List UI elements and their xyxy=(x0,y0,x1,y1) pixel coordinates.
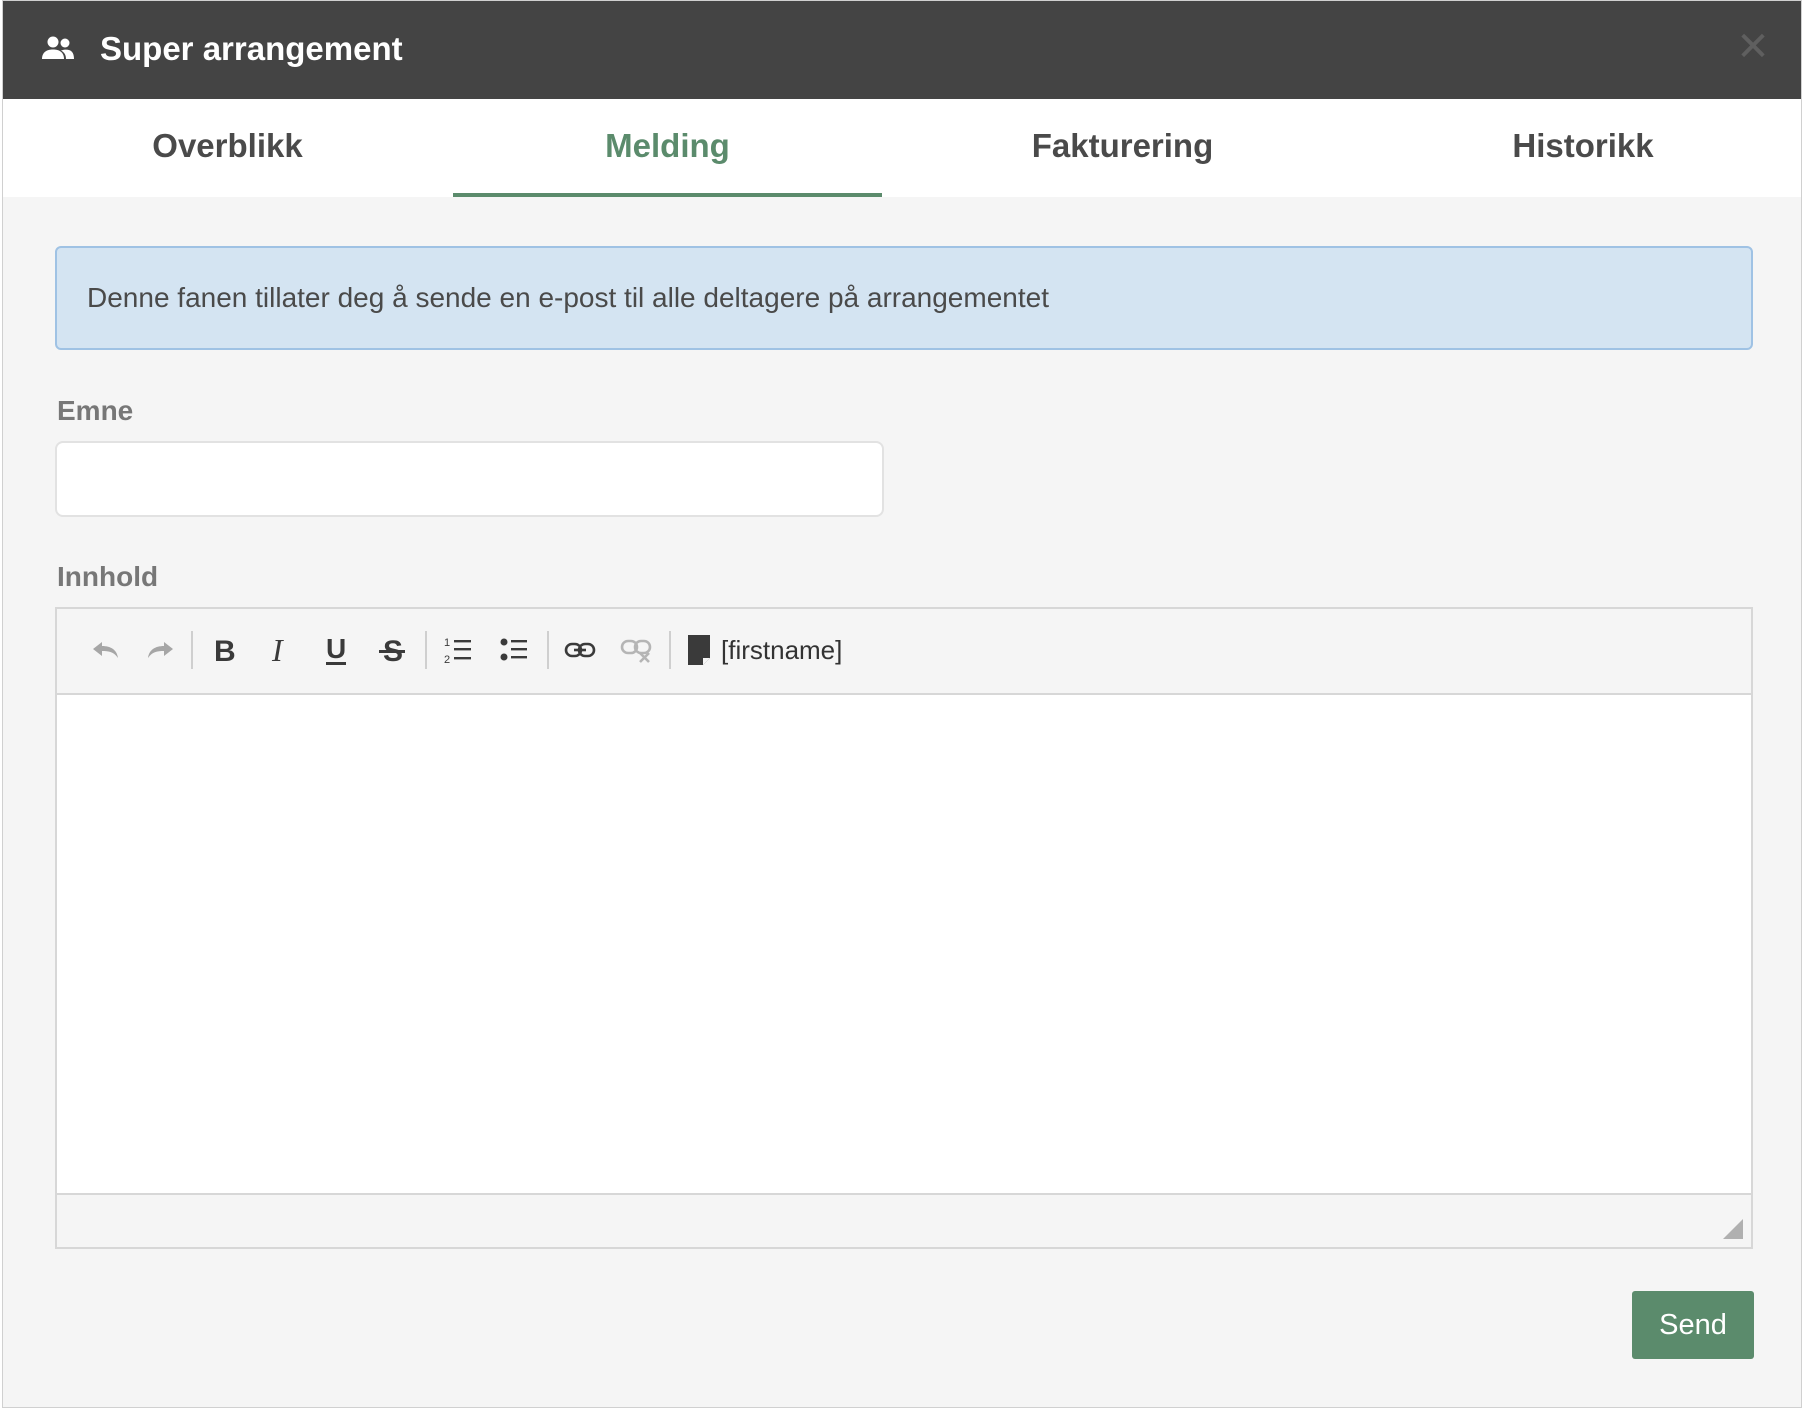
dialog-header: Super arrangement ✕ xyxy=(3,1,1801,99)
info-alert: Denne fanen tillater deg å sende en e-po… xyxy=(55,246,1753,350)
people-icon xyxy=(42,36,74,59)
firstname-placeholder-label: [firstname] xyxy=(721,634,843,665)
editor-toolbar: B I U S 1 2 [firstname] xyxy=(57,609,1751,695)
underline-icon[interactable]: U xyxy=(313,625,359,675)
undo-icon[interactable] xyxy=(83,625,129,675)
resize-handle-icon[interactable] xyxy=(1723,1219,1743,1239)
link-icon[interactable] xyxy=(557,625,603,675)
svg-text:B: B xyxy=(214,635,236,665)
subject-input[interactable] xyxy=(55,441,884,517)
bold-icon[interactable]: B xyxy=(201,625,247,675)
tab-fakturering[interactable]: Fakturering xyxy=(882,99,1363,197)
bullet-list-icon[interactable] xyxy=(491,625,537,675)
numbered-list-icon[interactable]: 1 2 xyxy=(435,625,481,675)
svg-text:I: I xyxy=(271,635,284,665)
editor-content-area[interactable] xyxy=(57,695,1751,1193)
tab-bar: Overblikk Melding Fakturering Historikk xyxy=(3,99,1801,197)
redo-icon[interactable] xyxy=(137,625,183,675)
toolbar-divider xyxy=(425,631,427,669)
content-label: Innhold xyxy=(57,561,159,592)
document-icon xyxy=(688,635,710,665)
dialog-title: Super arrangement xyxy=(100,30,403,67)
tab-overblikk[interactable]: Overblikk xyxy=(3,99,452,197)
tab-melding[interactable]: Melding xyxy=(453,99,882,197)
event-dialog: Super arrangement ✕ Overblikk Melding Fa… xyxy=(2,0,1802,1408)
send-button[interactable]: Send xyxy=(1632,1291,1754,1359)
toolbar-divider xyxy=(191,631,193,669)
svg-text:U: U xyxy=(326,634,346,664)
subject-label: Emne xyxy=(57,395,134,426)
svg-text:2: 2 xyxy=(444,654,450,664)
svg-text:1: 1 xyxy=(444,637,450,649)
close-icon[interactable]: ✕ xyxy=(1735,27,1771,67)
strikethrough-icon[interactable]: S xyxy=(369,625,415,675)
firstname-placeholder-button[interactable]: [firstname] xyxy=(687,625,842,675)
italic-icon[interactable]: I xyxy=(257,625,303,675)
toolbar-divider xyxy=(669,631,671,669)
toolbar-divider xyxy=(547,631,549,669)
unlink-icon[interactable] xyxy=(613,625,659,675)
rich-text-editor: B I U S 1 2 [firstname] xyxy=(55,607,1753,1249)
tab-historikk[interactable]: Historikk xyxy=(1363,99,1801,197)
editor-statusbar xyxy=(57,1193,1751,1247)
